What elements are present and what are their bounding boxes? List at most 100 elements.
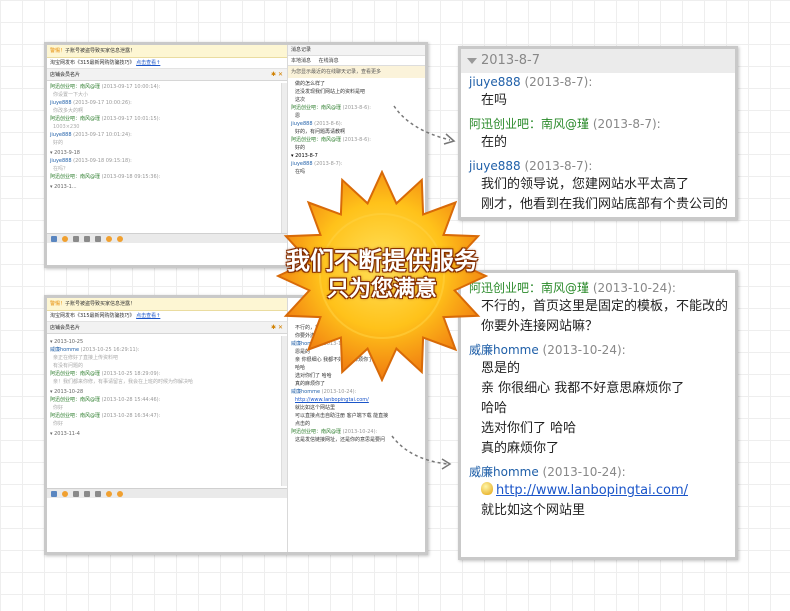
message-header: 威廉homme (2013-10-24): <box>291 388 422 396</box>
message-text: 做的怎么样了 <box>295 81 326 87</box>
message-header: 阿迅创业吧：南风@瑾 (2013-10-28 15:44:46): <box>50 396 284 404</box>
message-body: 就比如这个网站里 <box>481 503 586 518</box>
message-link[interactable]: http://www.lanbopingtai.com/ <box>295 397 369 403</box>
message-header: 阿迅创业吧：南风@瑾 (2013-8-7): <box>469 115 735 133</box>
message-body: 你好 <box>53 405 64 411</box>
input-toolbar <box>47 488 287 498</box>
sender-name: 阿迅创业吧：南风@瑾 <box>50 397 101 403</box>
message-header: 威廉homme (2013-10-24): <box>469 341 735 359</box>
screenshot-icon[interactable] <box>83 235 90 242</box>
message-header: jiuye888 (2013-8-7): <box>469 73 735 91</box>
input-toolbar <box>47 233 287 243</box>
sender-name: 阿迅创业吧：南风@瑾 <box>291 137 342 143</box>
message-header: 阿迅创业吧：南风@瑾 (2013-10-28 16:34:47): <box>50 412 284 420</box>
font-icon[interactable] <box>51 235 57 242</box>
file-icon[interactable] <box>94 235 101 242</box>
message-body: 不行的，首页这里是固定的模板，不能改的 <box>481 299 729 314</box>
message-body: 1003×230 <box>53 124 80 130</box>
notice-warn-label: 警惕！ <box>50 301 66 307</box>
sender-name: 阿迅创业吧：南风@瑾 <box>50 371 101 377</box>
slogan-line-1: 我们不断提供服务 <box>286 247 478 275</box>
shop-card-bar: 店铺会员名片 ✱ ✕ <box>47 69 287 81</box>
message-header: 威廉homme (2013-10-24): <box>469 463 735 481</box>
announcement-text: 淘宝网发布《315最新网购防骗技巧》 <box>50 313 135 319</box>
message-time: (2013-10-25 18:29:09): <box>100 371 161 377</box>
message-body: 哈哈 <box>481 401 508 416</box>
emoji-icon[interactable] <box>61 235 68 242</box>
message-header: 阿迅创业吧：南风@瑾 (2013-09-17 10:01:15): <box>50 115 284 123</box>
shop-card-label: 店铺会员名片 <box>50 325 81 331</box>
notice-text: 子账号被盗导致买家信息泄露！ <box>65 48 136 54</box>
date-separator: ▾ 2013-8-7 <box>291 153 318 159</box>
zoom-panel-1: 2013-8-7 jiuye888 (2013-8-7): 在吗 阿迅创业吧：南风@… <box>458 46 738 220</box>
font-icon[interactable] <box>51 490 57 497</box>
message-body: 亲！我们都来你修，有事请留言，我会在上班的时候为你解决哈 <box>53 379 194 385</box>
message-header: jiuye888 (2013-8-7): <box>469 157 735 175</box>
heart-icon[interactable] <box>116 235 123 242</box>
message-body: 真的麻烦你了 <box>481 441 560 456</box>
message-body: 你设置一下大小 <box>53 92 89 98</box>
message-header: jiuye888 (2013-09-17 10:01:24): <box>50 131 284 139</box>
sender-name: jiuye888 <box>50 132 72 138</box>
message-body: 亲正在修好了直接上传资料吧 <box>53 355 119 361</box>
image-icon[interactable] <box>72 490 79 497</box>
message-header: 阿迅创业吧：南风@瑾 (2013-10-25 18:29:09): <box>50 370 284 378</box>
sender-name: 阿迅创业吧：南风@瑾 <box>291 429 342 435</box>
date-separator: ▾ 2013-9-18 <box>50 150 80 156</box>
file-icon[interactable] <box>94 490 101 497</box>
message-time: (2013-10-24): <box>538 465 626 479</box>
tab-online-messages[interactable]: 在线消息 <box>319 58 339 64</box>
message-header: jiuye888 (2013-09-18 09:15:18): <box>50 157 284 165</box>
message-text: 可以直接点击自助注册 客户端下载 能直接 <box>295 413 389 419</box>
zoom-message: 威廉homme (2013-10-24): http://www.lanbopin… <box>461 463 735 521</box>
message-body: 选对你们了 哈哈 <box>481 421 577 436</box>
announcement-text: 淘宝网发布《315最新网购防骗技巧》 <box>50 60 135 66</box>
message-body: 你好 <box>53 421 64 427</box>
tab-local-messages[interactable]: 本地消息 <box>291 58 311 64</box>
zoom-message-list: jiuye888 (2013-8-7): 在吗 阿迅创业吧：南风@瑾 (2013-8… <box>461 73 735 215</box>
bell-icon[interactable] <box>105 235 112 242</box>
arrow-icon <box>393 105 456 145</box>
emoji-icon[interactable] <box>61 490 68 497</box>
sender-name: jiuye888 <box>291 121 313 127</box>
date-separator: ▾ 2013-1... <box>50 184 77 190</box>
screenshot-icon[interactable] <box>83 490 90 497</box>
message-time: (2013-8-7): <box>520 75 593 89</box>
slogan-line-2: 只为您满意 <box>326 277 437 302</box>
chat-main-pane: 警惕！子账号被盗导致买家信息泄露！ 淘宝网发布《315最新网购防骗技巧》 点击查… <box>47 298 288 552</box>
message-body: 你要外连接网站嘛？ <box>481 319 599 334</box>
announcement-link[interactable]: 点击查看↑ <box>136 313 160 319</box>
message-time: (2013-09-18 09:15:18): <box>71 158 132 164</box>
message-link[interactable]: http://www.lanbopingtai.com/ <box>496 483 688 498</box>
message-header: jiuye888 (2013-8-7): <box>291 160 422 168</box>
message-list: ▾ 2013-10-25 威廉homme (2013-10-25 16:29:11… <box>47 334 287 440</box>
message-header: 威廉homme (2013-10-25 16:29:11): <box>50 346 284 354</box>
message-time: (2013-8-6): <box>341 137 371 143</box>
message-body: 有没有问题的 <box>53 363 84 369</box>
sender-name: jiuye888 <box>291 161 313 167</box>
security-notice-bar: 警惕！子账号被盗导致买家信息泄露！ <box>47 45 287 58</box>
message-body: 恩是的 <box>481 361 521 376</box>
pin-icon[interactable]: ✱ ✕ <box>271 69 283 81</box>
announcement-link[interactable]: 点击查看↑ <box>136 60 160 66</box>
sender-name: 威廉homme <box>291 389 321 395</box>
message-header: jiuye888 (2013-09-17 10:00:26): <box>50 99 284 107</box>
sender-name: 威廉homme <box>469 465 539 479</box>
sender-name: 阿迅创业吧：南风@瑾 <box>469 117 590 131</box>
message-time: (2013-10-28 15:44:46): <box>100 397 161 403</box>
heart-icon[interactable] <box>116 490 123 497</box>
message-time: (2013-8-7): <box>589 117 661 131</box>
arrow-icon <box>391 435 452 470</box>
image-icon[interactable] <box>72 235 79 242</box>
sender-name: jiuye888 <box>50 100 72 106</box>
message-time: (2013-10-28 16:34:47): <box>100 413 161 419</box>
history-tip: 为您显示最近的在线聊天记录，查看更多 <box>288 66 425 78</box>
message-time: (2013-8-6): <box>312 121 343 127</box>
message-time: (2013-10-25 16:29:11): <box>79 347 140 353</box>
message-time: (2013-09-17 10:01:24): <box>71 132 132 138</box>
sender-name: 阿迅创业吧：南风@瑾 <box>50 84 101 90</box>
bell-icon[interactable] <box>105 490 112 497</box>
announcement-bar: 淘宝网发布《315最新网购防骗技巧》 点击查看↑ <box>47 311 287 322</box>
message-body: 在吗？ <box>53 166 69 172</box>
notice-warn-label: 警惕！ <box>50 48 66 54</box>
